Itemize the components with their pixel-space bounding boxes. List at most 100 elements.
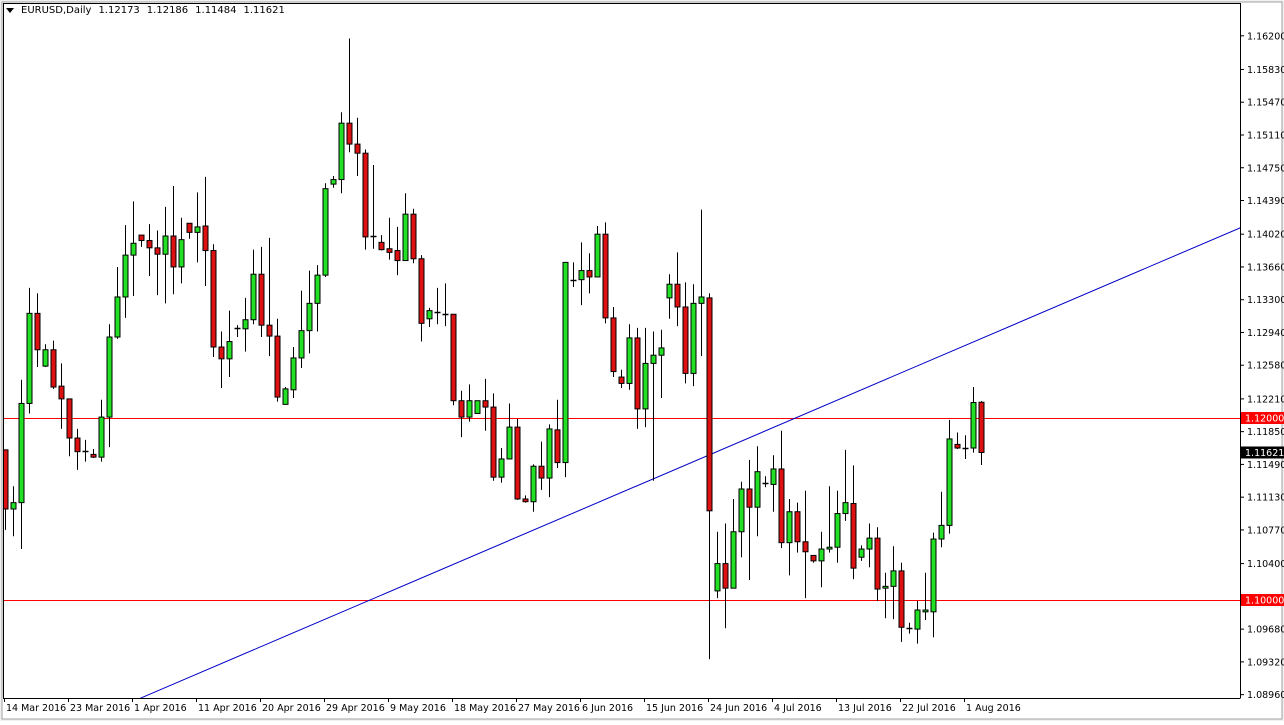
candle-body-bear <box>51 350 56 387</box>
x-tick-label: 27 May 2016 <box>518 703 580 714</box>
x-tick-label: 23 Mar 2016 <box>70 703 130 714</box>
y-tick-label: 1.11130 <box>1247 493 1284 504</box>
candle-body-bull <box>179 240 184 267</box>
candle-body-bull <box>915 610 920 629</box>
price-level-label: 1.12000 <box>1245 414 1284 425</box>
y-tick-label: 1.09320 <box>1247 657 1284 668</box>
candle-body-bear <box>515 427 520 499</box>
candle-body-bull <box>507 427 512 459</box>
x-tick-label: 15 Jun 2016 <box>646 703 703 714</box>
y-tick-label: 1.12210 <box>1247 394 1284 405</box>
candle-body-bear <box>363 153 368 237</box>
candle-body-bear <box>899 571 904 627</box>
candle-body-bull <box>403 214 408 260</box>
candle-body-bull <box>123 255 128 297</box>
y-tick-label: 1.13660 <box>1247 262 1284 273</box>
y-tick-label: 1.14390 <box>1247 196 1284 207</box>
candle-body-bull <box>339 123 344 179</box>
candle-body-bull <box>131 243 136 255</box>
chart-window: 1.16200 1.15830 1.15470 1.15110 1.14750 1.143… <box>0 0 1284 721</box>
candle-body-bull <box>947 439 952 525</box>
y-tick-label: 1.08960 <box>1247 690 1284 701</box>
candle-body-bull <box>291 358 296 390</box>
candle-body-bull <box>475 401 480 414</box>
candle-body-bull <box>467 401 472 417</box>
x-tick-label: 1 Aug 2016 <box>966 703 1021 714</box>
candle-body-bear <box>347 123 352 144</box>
candle-body-bull <box>787 512 792 543</box>
candlestick-chart[interactable]: 1.16200 1.15830 1.15470 1.15110 1.14750 1.143… <box>0 0 1284 721</box>
x-tick-label: 29 Apr 2016 <box>326 703 385 714</box>
candle-body-bear <box>747 489 752 507</box>
candle-body-bull <box>771 469 776 484</box>
y-tick-label: 1.13300 <box>1247 295 1284 306</box>
ohlc-high: 1.12186 <box>147 5 188 16</box>
y-tick-label: 1.09680 <box>1247 625 1284 636</box>
candle-body-bear <box>587 271 592 277</box>
x-tick-label: 11 Apr 2016 <box>198 703 257 714</box>
candle <box>515 419 520 500</box>
candle-body-bull <box>243 320 248 329</box>
x-tick-label: 9 May 2016 <box>390 703 446 714</box>
candle <box>603 222 608 323</box>
candle-body-bull <box>867 538 872 549</box>
candle-body-bull <box>883 586 888 588</box>
candle <box>611 307 616 377</box>
y-tick-label: 1.15470 <box>1247 98 1284 109</box>
candle-body-bull <box>195 227 200 232</box>
x-tick-label: 1 Apr 2016 <box>134 703 187 714</box>
candle-body-bear <box>707 298 712 511</box>
candle-body-bull <box>715 564 720 591</box>
candle-body-bull <box>251 274 256 320</box>
candle-body-bear <box>451 314 456 400</box>
candle-body-bear <box>379 242 384 249</box>
candle-body-bear <box>955 444 960 448</box>
x-tick-label: 4 Jul 2016 <box>774 703 822 714</box>
candle-body-bull <box>755 472 760 507</box>
candle-body-bull <box>595 234 600 277</box>
candle-body-bull <box>307 303 312 330</box>
candle-body-bull <box>627 338 632 384</box>
y-tick-label: 1.15110 <box>1247 130 1284 141</box>
candle-body-bear <box>355 144 360 153</box>
x-tick-label: 20 Apr 2016 <box>262 703 321 714</box>
candle-body-bear <box>459 401 464 417</box>
price-level-label: 1.10000 <box>1245 596 1284 607</box>
x-tick-label: 13 Jul 2016 <box>838 703 892 714</box>
candle-body-bull <box>579 271 584 280</box>
candle-body-bull <box>547 429 552 478</box>
y-tick-label: 1.14750 <box>1247 163 1284 174</box>
candle <box>563 262 568 477</box>
candle-body-bull <box>11 503 16 509</box>
candle-body-bull <box>835 514 840 548</box>
candle-body-bear <box>635 338 640 409</box>
candle-body-bull <box>971 403 976 449</box>
candle-body-bear <box>539 466 544 478</box>
x-tick-label: 6 Jun 2016 <box>582 703 633 714</box>
candle-body-bull <box>667 284 672 298</box>
candle-body-bull <box>163 236 168 254</box>
candle-body-bull <box>531 466 536 501</box>
candle-body-bull <box>19 403 24 502</box>
x-tick-label: 22 Jul 2016 <box>902 703 956 714</box>
candle-body-bull <box>283 389 288 404</box>
dropdown-triangle-icon[interactable] <box>6 8 14 13</box>
current-price-label: 1.11621 <box>1245 448 1284 459</box>
candle-body-bear <box>523 499 528 502</box>
candle-body-bear <box>35 313 40 349</box>
candle-body-bear <box>779 469 784 543</box>
candle-body-bear <box>803 542 808 552</box>
candle-body-bear <box>619 377 624 383</box>
candle-body-bear <box>147 241 152 248</box>
candle-body-bull <box>939 525 944 539</box>
candle-body-bull <box>227 342 232 359</box>
candle-body-bull <box>931 539 936 612</box>
y-tick-label: 1.10400 <box>1247 559 1284 570</box>
candle-body-bear <box>603 234 608 318</box>
candle <box>323 183 328 277</box>
candle-body-bear <box>203 226 208 251</box>
y-tick-label: 1.15830 <box>1247 65 1284 76</box>
candle-body-bull <box>107 337 112 417</box>
y-tick-label: 1.16200 <box>1247 31 1284 42</box>
candle-body-bear <box>59 386 64 399</box>
